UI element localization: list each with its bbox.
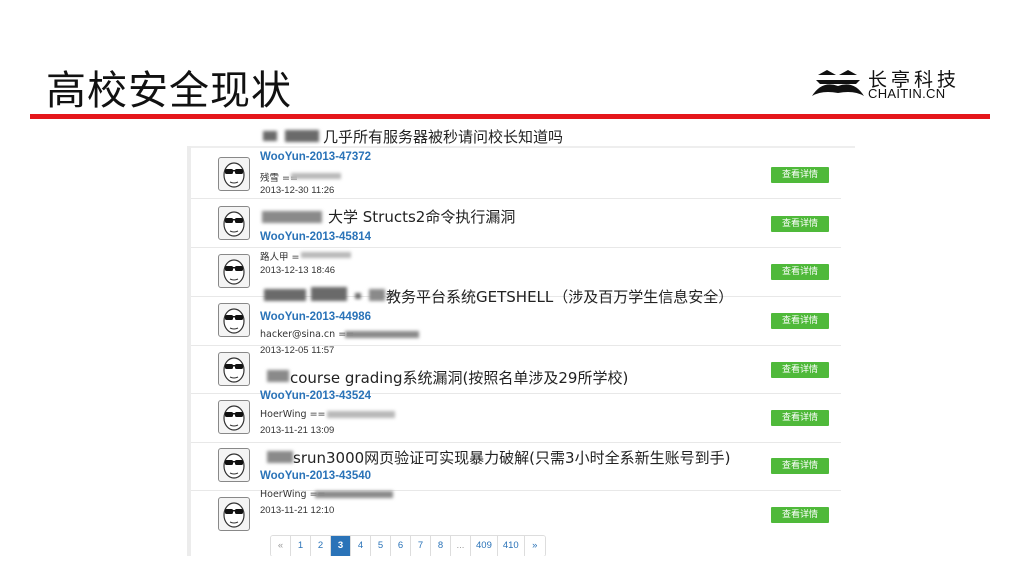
redacted-text: [369, 289, 385, 301]
vulnerability-date: 2013-12-30 11:26: [260, 185, 335, 196]
avatar[interactable]: [218, 497, 250, 531]
logo-english-name: CHAITIN.CN: [868, 86, 946, 101]
redacted-text: [355, 293, 361, 299]
sunglasses-face-icon: [223, 357, 245, 383]
vulnerability-title[interactable]: 大学 Structs2命令执行漏洞: [328, 206, 515, 227]
view-detail-button[interactable]: 查看详情: [771, 410, 829, 426]
vulnerability-title[interactable]: 几乎所有服务器被秒请问校长知道吗: [323, 126, 563, 147]
list-left-border: [187, 146, 191, 556]
page-410-button[interactable]: 410: [497, 536, 525, 556]
vulnerability-date: 2013-11-21 13:09: [260, 425, 335, 436]
redacted-text: [327, 411, 395, 418]
page-7-button[interactable]: 7: [411, 536, 431, 556]
avatar[interactable]: [218, 400, 250, 434]
title-divider: [30, 114, 990, 119]
avatar[interactable]: [218, 254, 250, 288]
slide-title: 高校安全现状: [46, 68, 292, 114]
page-prev-button[interactable]: «: [271, 536, 291, 556]
redacted-text: [267, 370, 289, 382]
sunglasses-face-icon: [223, 259, 245, 285]
page-8-button[interactable]: 8: [431, 536, 451, 556]
page-4-button[interactable]: 4: [351, 536, 371, 556]
sunglasses-face-icon: [223, 308, 245, 334]
row-divider: [191, 198, 841, 199]
view-detail-button[interactable]: 查看详情: [771, 458, 829, 474]
page-2-button[interactable]: 2: [311, 536, 331, 556]
sunglasses-face-icon: [223, 405, 245, 431]
vulnerability-id-link[interactable]: WooYun-2013-47372: [260, 151, 371, 163]
page-409-button[interactable]: 409: [471, 536, 498, 556]
view-detail-button[interactable]: 查看详情: [771, 507, 829, 523]
avatar[interactable]: [218, 157, 250, 191]
page-1-button[interactable]: 1: [291, 536, 311, 556]
vulnerability-id-link[interactable]: WooYun-2013-43524: [260, 390, 371, 402]
vulnerability-author: hacker@sina.cn ==: [260, 329, 355, 340]
view-detail-button[interactable]: 查看详情: [771, 362, 829, 378]
view-detail-button[interactable]: 查看详情: [771, 216, 829, 232]
page-6-button[interactable]: 6: [391, 536, 411, 556]
page-3-button[interactable]: 3: [331, 536, 351, 556]
redacted-text: [267, 451, 293, 463]
avatar[interactable]: [218, 303, 250, 337]
view-detail-button[interactable]: 查看详情: [771, 167, 829, 183]
pagination: « 1 2 3 4 5 6 7 8 ... 409 410 »: [270, 535, 546, 556]
vulnerability-list-screenshot: 查看详情 查看详情 查看详情 查看详情 查看详情 查看详情 查看详情 查看详情 …: [187, 126, 855, 556]
avatar[interactable]: [218, 206, 250, 240]
vulnerability-author: HoerWing ==: [260, 409, 326, 420]
sunglasses-face-icon: [223, 211, 245, 237]
row-divider: [191, 442, 841, 443]
page-next-button[interactable]: »: [524, 536, 545, 556]
sunglasses-face-icon: [223, 162, 245, 188]
redacted-text: [301, 252, 351, 258]
redacted-text: [291, 173, 341, 179]
redacted-text: [262, 211, 322, 223]
chaitin-logo-icon: [812, 70, 864, 96]
view-detail-button[interactable]: 查看详情: [771, 313, 829, 329]
vulnerability-title[interactable]: course grading系统漏洞(按照名单涉及29所学校): [290, 367, 628, 388]
chaitin-logo: 长亭科技 CHAITIN.CN: [810, 66, 980, 102]
vulnerability-id-link[interactable]: WooYun-2013-43540: [260, 470, 371, 482]
vulnerability-date: 2013-12-05 11:57: [260, 345, 335, 356]
page-5-button[interactable]: 5: [371, 536, 391, 556]
redacted-text: [345, 331, 419, 338]
view-detail-button[interactable]: 查看详情: [771, 264, 829, 280]
vulnerability-title[interactable]: srun3000网页验证可实现暴力破解(只需3小时全系新生账号到手): [293, 447, 730, 468]
vulnerability-author: 路人甲 =: [260, 252, 300, 263]
avatar[interactable]: [218, 352, 250, 386]
sunglasses-face-icon: [223, 453, 245, 479]
redacted-text: [315, 491, 393, 498]
redacted-text: [311, 287, 347, 301]
vulnerability-date: 2013-11-21 12:10: [260, 505, 335, 516]
row-divider: [191, 247, 841, 248]
sunglasses-face-icon: [223, 502, 245, 528]
avatar[interactable]: [218, 448, 250, 482]
vulnerability-date: 2013-12-13 18:46: [260, 265, 336, 276]
redacted-text: [285, 130, 319, 142]
redacted-text: [264, 289, 306, 301]
redacted-text: [263, 131, 277, 141]
page-ellipsis: ...: [451, 536, 471, 556]
vulnerability-title[interactable]: 教务平台系统GETSHELL（涉及百万学生信息安全）: [386, 286, 733, 307]
vulnerability-id-link[interactable]: WooYun-2013-44986: [260, 311, 371, 323]
vulnerability-id-link[interactable]: WooYun-2013-45814: [260, 231, 371, 243]
